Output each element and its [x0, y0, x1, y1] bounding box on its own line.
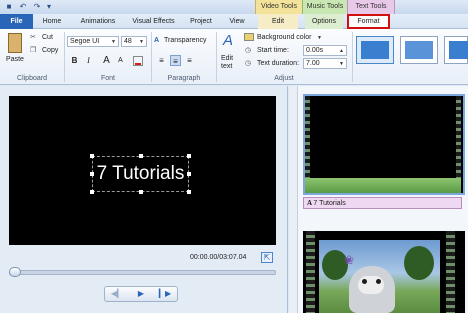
chevron-down-icon: ▼ — [317, 35, 322, 41]
resize-handle[interactable] — [90, 154, 94, 158]
caption-strip[interactable]: A 7 Tutorials — [303, 197, 462, 209]
undo-icon[interactable]: ↶ — [18, 2, 28, 12]
edit-text-label-2: text — [221, 63, 233, 70]
previous-frame-button[interactable]: ◀▎ — [106, 287, 128, 301]
quick-access-dropdown-icon[interactable]: ▾ — [44, 2, 54, 12]
chevron-down-icon: ▼ — [139, 39, 144, 45]
paste-icon — [8, 33, 22, 53]
cut-label: Cut — [42, 34, 53, 41]
resize-handle[interactable] — [139, 154, 143, 158]
grow-font-button[interactable]: A — [101, 55, 112, 66]
start-time-value: 0.00s — [306, 47, 324, 54]
edit-text-button[interactable]: A Edit text — [219, 33, 241, 71]
tab-file[interactable]: File — [0, 14, 33, 29]
video-tools-context: Video Tools — [255, 0, 302, 14]
copy-label: Copy — [42, 47, 59, 54]
tab-edit[interactable]: Edit — [258, 14, 298, 29]
play-button[interactable]: ▶ — [131, 287, 151, 301]
background-color-button[interactable]: Background color ▼ — [244, 33, 324, 43]
clipboard-group-label: Clipboard — [17, 75, 47, 82]
spinner-icon: ▲ — [339, 48, 344, 54]
clip-thumbnail-grass — [305, 178, 461, 193]
start-time-input[interactable]: 0.00s ▲ — [303, 45, 347, 56]
copy-icon: ❐ — [30, 47, 37, 54]
font-color-swatch — [135, 63, 141, 65]
paste-label: Paste — [6, 56, 24, 63]
font-group-label: Font — [100, 75, 115, 82]
edit-text-icon: A — [223, 32, 234, 49]
tree-shape — [404, 246, 434, 280]
bunny-eye — [362, 279, 367, 284]
tab-visual-effects[interactable]: Visual Effects — [128, 14, 179, 29]
chevron-down-icon: ▼ — [339, 61, 344, 67]
effect-thumbnail-selected[interactable] — [356, 36, 394, 64]
background-color-label: Background color — [257, 34, 312, 41]
music-tools-context: Music Tools — [302, 0, 347, 14]
shrink-font-button[interactable]: A — [115, 55, 126, 66]
transparency-icon: A — [154, 37, 160, 44]
clock-icon: ◷ — [245, 47, 252, 54]
redo-icon[interactable]: ↷ — [32, 2, 42, 12]
butterfly-icon: ❀ — [344, 253, 355, 267]
adjust-group-label: Adjust — [274, 75, 294, 82]
paste-button[interactable]: Paste — [4, 33, 26, 71]
chevron-down-icon: ▼ — [111, 39, 116, 45]
seek-bar[interactable] — [9, 270, 276, 275]
fullscreen-icon: ⇱ — [263, 253, 271, 262]
group-divider — [352, 32, 353, 82]
seek-thumb[interactable] — [9, 267, 21, 277]
save-icon[interactable]: ■ — [4, 2, 14, 12]
tab-format[interactable]: Format — [347, 14, 390, 29]
paragraph-group-label: Paragraph — [167, 75, 201, 82]
tab-animations[interactable]: Animations — [73, 14, 123, 29]
resize-handle[interactable] — [90, 190, 94, 194]
film-sprocket — [306, 231, 315, 313]
storyboard-scrollbar[interactable] — [289, 86, 298, 313]
align-center-button[interactable]: ≡ — [170, 55, 181, 66]
duration-icon: ◷ — [245, 60, 252, 67]
text-tools-context: Text Tools — [347, 0, 395, 14]
align-right-button[interactable]: ≡ — [184, 55, 195, 66]
copy-button[interactable]: ❐ Copy — [30, 46, 62, 56]
font-size-select[interactable]: 48 ▼ — [121, 36, 147, 47]
start-time-label: Start time: — [257, 47, 289, 54]
title-bar — [0, 0, 468, 14]
film-sprocket — [446, 231, 455, 313]
effect-preview — [361, 41, 389, 59]
timecode-readout: 00:00.00/03:07.04 — [190, 254, 247, 261]
font-color-button[interactable] — [133, 56, 143, 66]
resize-handle[interactable] — [187, 190, 191, 194]
scissors-icon: ✂ — [30, 34, 36, 41]
resize-handle[interactable] — [139, 190, 143, 194]
effect-thumbnail[interactable] — [444, 36, 468, 64]
text-duration-label: Text duration: — [257, 60, 300, 67]
bunny-eye — [376, 279, 381, 284]
italic-button[interactable]: I — [83, 55, 94, 66]
paint-bucket-icon — [244, 33, 254, 41]
tab-view[interactable]: View — [224, 14, 250, 29]
text-duration-value: 7.00 — [306, 60, 320, 67]
font-family-value: Segoe UI — [70, 38, 100, 45]
transparency-control[interactable]: A Transparency — [154, 36, 214, 46]
tab-project[interactable]: Project — [185, 14, 217, 29]
font-size-value: 48 — [124, 38, 132, 45]
tab-options[interactable]: Options — [305, 14, 343, 29]
resize-handle[interactable] — [187, 154, 191, 158]
effect-preview — [405, 41, 433, 59]
cut-button[interactable]: ✂ Cut — [30, 33, 62, 43]
bold-button[interactable]: B — [69, 55, 80, 66]
effect-thumbnail[interactable] — [400, 36, 438, 64]
tab-home[interactable]: Home — [36, 14, 68, 29]
caption-strip-text: 7 Tutorials — [313, 200, 346, 207]
effect-preview — [449, 41, 468, 59]
font-family-select[interactable]: Segoe UI ▼ — [67, 36, 119, 47]
transparency-label: Transparency — [164, 37, 207, 44]
caption-text[interactable]: 7 Tutorials — [92, 160, 189, 188]
fullscreen-button[interactable]: ⇱ — [261, 252, 273, 263]
align-left-button[interactable]: ≡ — [156, 55, 167, 66]
text-duration-select[interactable]: 7.00 ▼ — [303, 58, 347, 69]
next-frame-button[interactable]: ▎▶ — [154, 287, 176, 301]
